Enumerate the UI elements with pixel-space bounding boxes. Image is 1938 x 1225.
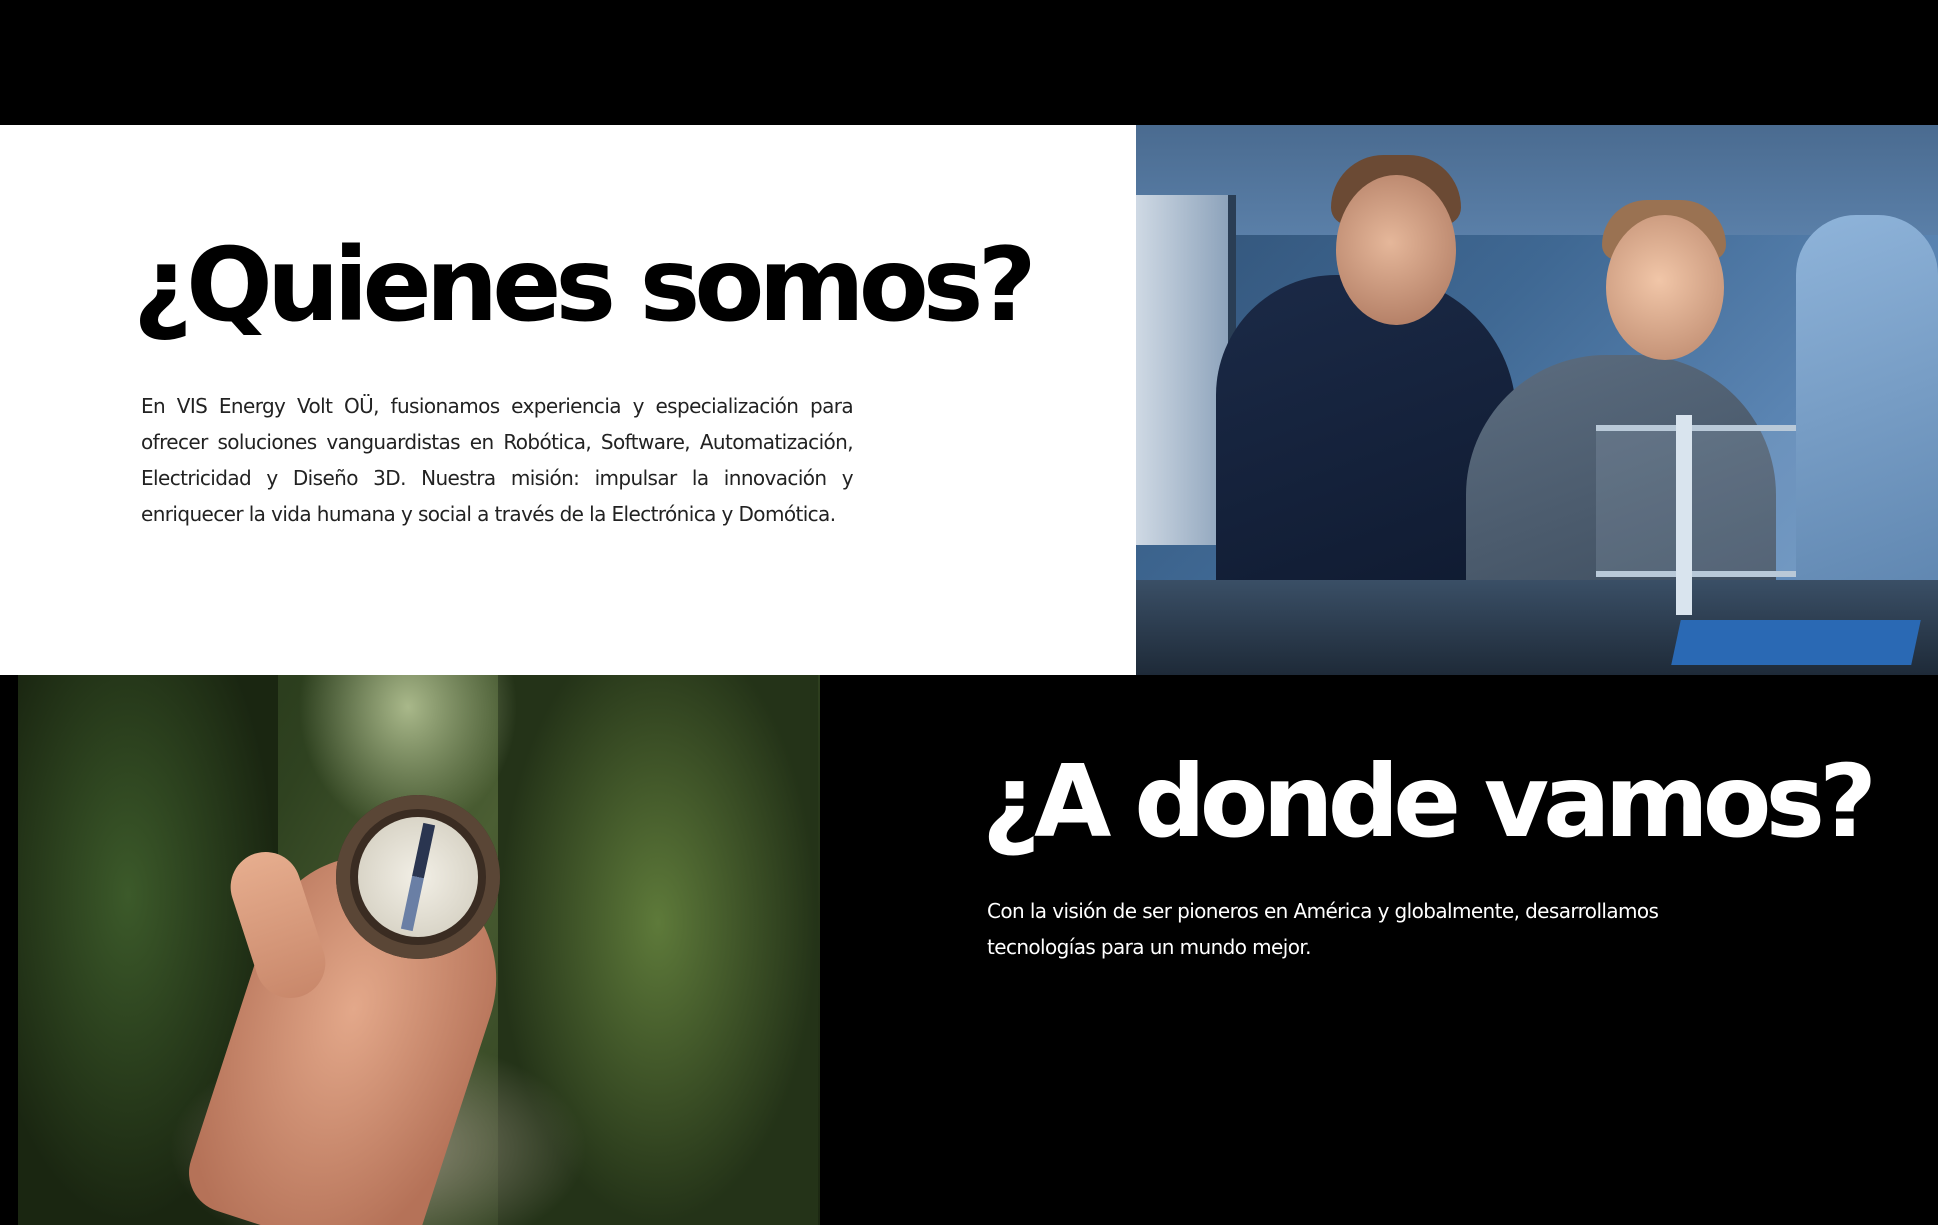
photo-engineer-seated-head bbox=[1606, 215, 1724, 360]
photo-background-person bbox=[1796, 215, 1938, 595]
about-title: ¿Quienes somos? bbox=[133, 226, 1037, 345]
about-description: En VIS Energy Volt OÜ, fusionamos experi… bbox=[141, 394, 854, 526]
compass-photo bbox=[18, 675, 820, 1225]
vision-description: Con la visión de ser pioneros en América… bbox=[987, 899, 1659, 959]
engineers-photo bbox=[1136, 125, 1938, 675]
page: ¿Quienes somos? En VIS Energy Volt OÜ, f… bbox=[0, 0, 1938, 1225]
photo-device-core bbox=[1676, 415, 1692, 615]
vision-title: ¿A donde vamos? bbox=[982, 743, 1877, 860]
top-header-bar bbox=[0, 0, 1938, 125]
photo-electronic-device bbox=[1596, 425, 1796, 577]
photo-blue-folder bbox=[1671, 620, 1921, 665]
photo-engineer-standing-head bbox=[1336, 175, 1456, 325]
photo-ceiling bbox=[1136, 125, 1938, 235]
